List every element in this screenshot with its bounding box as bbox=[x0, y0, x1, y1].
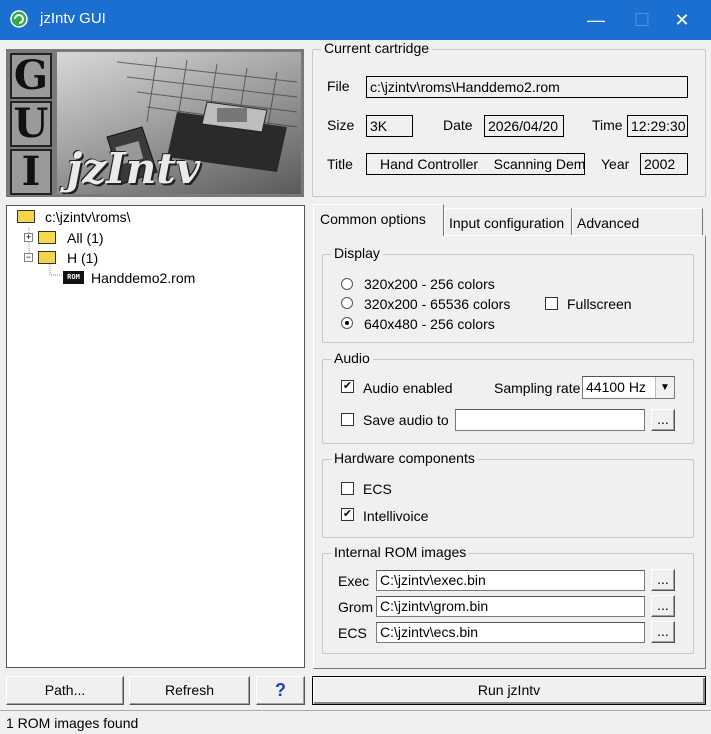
tree-label-all: All (1) bbox=[67, 230, 104, 246]
logo-text: jzIntv bbox=[67, 144, 201, 193]
title-field: Hand Controller Scanning Demo bbox=[366, 153, 585, 175]
ecs-browse-button[interactable]: ... bbox=[651, 621, 675, 643]
time-label: Time bbox=[592, 117, 623, 133]
rom-tree[interactable]: c:\jzintv\roms\ + All (1) − H (1) ROM Ha… bbox=[6, 205, 305, 668]
fullscreen-checkbox[interactable] bbox=[545, 297, 558, 310]
tree-label-h: H (1) bbox=[67, 250, 99, 266]
app-icon bbox=[10, 10, 28, 28]
group-label: Hardware components bbox=[331, 450, 478, 466]
title-bar[interactable]: jzIntv GUI — ☐ ✕ bbox=[0, 0, 711, 40]
gui-logo: G U I jzIntv bbox=[6, 49, 304, 197]
logo-letter-g: G bbox=[10, 53, 52, 99]
save-audio-browse-button[interactable]: ... bbox=[651, 409, 675, 431]
run-jzintv-button[interactable]: Run jzIntv bbox=[312, 676, 706, 705]
tab-common-options[interactable]: Common options bbox=[313, 204, 444, 236]
group-label: Display bbox=[331, 245, 383, 261]
display-option-3: 640x480 - 256 colors bbox=[364, 316, 495, 332]
ecs-label: ECS bbox=[363, 481, 392, 497]
group-label: Current cartridge bbox=[321, 40, 433, 56]
tree-label-rom: Handdemo2.rom bbox=[91, 270, 196, 286]
save-audio-label: Save audio to bbox=[363, 412, 449, 428]
group-label: Internal ROM images bbox=[331, 544, 470, 560]
size-label: Size bbox=[327, 117, 355, 133]
exec-browse-button[interactable]: ... bbox=[651, 569, 675, 591]
ecs-checkbox[interactable] bbox=[341, 482, 354, 495]
expand-plus-icon: + bbox=[24, 232, 33, 242]
console-image: jzIntv bbox=[57, 52, 301, 194]
save-audio-checkbox[interactable] bbox=[341, 413, 354, 426]
date-field: 2026/04/20 bbox=[484, 115, 564, 137]
tab-input-configuration[interactable]: Input configuration bbox=[444, 208, 572, 236]
rom-chip-icon: ROM bbox=[63, 271, 84, 284]
audio-enabled-label: Audio enabled bbox=[363, 380, 453, 396]
file-field: c:\jzintv\roms\Handdemo2.rom bbox=[366, 76, 688, 98]
intellivoice-label: Intellivoice bbox=[363, 508, 429, 524]
audio-group: Audio bbox=[322, 350, 694, 444]
group-label: Audio bbox=[331, 350, 373, 366]
intellivoice-checkbox[interactable]: ✔ bbox=[341, 508, 354, 521]
chevron-down-icon[interactable]: ▼ bbox=[655, 377, 674, 398]
grom-browse-button[interactable]: ... bbox=[651, 595, 675, 617]
sampling-rate-label: Sampling rate bbox=[494, 380, 581, 396]
tree-label-root: c:\jzintv\roms\ bbox=[45, 209, 131, 225]
grom-path-input[interactable]: C:\jzintv\grom.bin bbox=[376, 596, 645, 617]
time-field: 12:29:30 bbox=[627, 115, 688, 137]
tab-advanced[interactable]: Advanced bbox=[572, 208, 703, 236]
help-button[interactable]: ? bbox=[256, 676, 305, 705]
fullscreen-label: Fullscreen bbox=[567, 296, 632, 312]
display-option-2: 320x200 - 65536 colors bbox=[364, 296, 511, 312]
radio-320x200-256[interactable] bbox=[341, 278, 353, 290]
title-label: Title bbox=[327, 156, 353, 172]
date-label: Date bbox=[443, 117, 473, 133]
size-field: 3K bbox=[366, 115, 413, 137]
ecs-rom-label: ECS bbox=[338, 625, 367, 641]
file-label: File bbox=[327, 78, 350, 94]
year-field: 2002 bbox=[640, 153, 688, 175]
save-audio-path-input[interactable] bbox=[455, 409, 645, 431]
minimize-button[interactable]: — bbox=[573, 0, 619, 40]
radio-640x480-256[interactable] bbox=[341, 317, 353, 329]
folder-open-icon bbox=[38, 251, 56, 264]
logo-letter-i: I bbox=[10, 149, 52, 195]
refresh-button[interactable]: Refresh bbox=[129, 676, 250, 705]
sampling-rate-select[interactable]: 44100 Hz ▼ bbox=[582, 376, 675, 399]
radio-320x200-65536[interactable] bbox=[341, 297, 353, 309]
hardware-group: Hardware components bbox=[322, 450, 694, 538]
grom-label: Grom bbox=[338, 599, 373, 615]
exec-label: Exec bbox=[338, 573, 370, 589]
sampling-rate-value: 44100 Hz bbox=[586, 379, 646, 395]
window-title: jzIntv GUI bbox=[40, 10, 106, 27]
status-bar: 1 ROM images found bbox=[0, 710, 711, 734]
logo-letter-u: U bbox=[10, 101, 52, 147]
folder-open-icon bbox=[17, 210, 35, 223]
exec-path-input[interactable]: C:\jzintv\exec.bin bbox=[376, 570, 645, 591]
audio-enabled-checkbox[interactable]: ✔ bbox=[341, 380, 354, 393]
path-button[interactable]: Path... bbox=[6, 676, 124, 705]
status-text: 1 ROM images found bbox=[6, 715, 139, 731]
year-label: Year bbox=[601, 156, 630, 172]
collapse-minus-icon: − bbox=[24, 252, 33, 262]
display-option-1: 320x200 - 256 colors bbox=[364, 276, 495, 292]
close-button[interactable]: ✕ bbox=[659, 0, 705, 40]
folder-icon bbox=[38, 231, 56, 244]
ecs-path-input[interactable]: C:\jzintv\ecs.bin bbox=[376, 622, 645, 643]
